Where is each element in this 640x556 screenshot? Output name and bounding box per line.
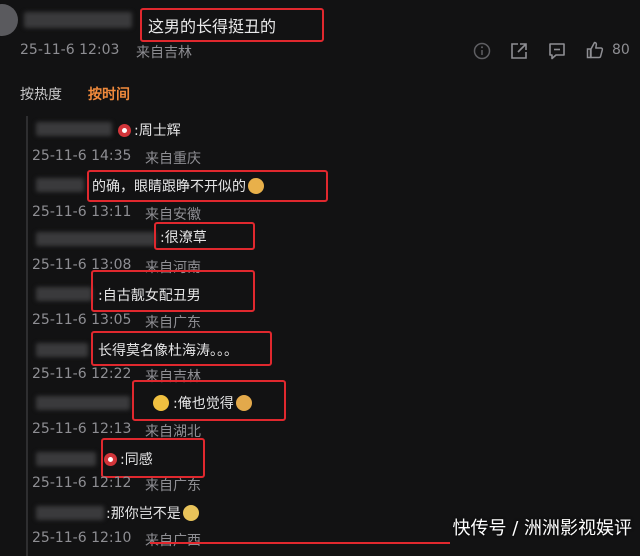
emoji-icon <box>235 395 252 411</box>
crown-icon <box>153 395 169 411</box>
reply-time: 25-11-6 12:13 <box>32 421 132 437</box>
tab-time[interactable]: 按时间 <box>88 84 130 104</box>
username-blurred[interactable] <box>36 178 84 192</box>
reply-time: 25-11-6 12:22 <box>32 366 132 382</box>
reply-location: 来自广东 <box>145 478 201 494</box>
reply-text: 的确，眼睛跟睁不开似的 <box>92 176 264 196</box>
username-blurred[interactable] <box>36 506 104 520</box>
reply-text: :很潦草 <box>160 230 207 246</box>
reply-time: 25-11-6 13:11 <box>32 204 132 220</box>
username-blurred[interactable] <box>36 343 88 357</box>
like-count: 80 <box>612 42 630 58</box>
tab-hot[interactable]: 按热度 <box>20 84 62 104</box>
username-blurred[interactable] <box>36 122 112 136</box>
badge-icon <box>118 124 131 137</box>
highlight-box <box>150 542 450 544</box>
reply-location: 来自广东 <box>145 315 201 331</box>
top-comment-text: 这男的长得挺丑的 <box>148 17 277 36</box>
sad-face-icon <box>248 178 264 194</box>
reply-text: :周士辉 <box>118 120 181 140</box>
emoji-icon <box>182 505 199 521</box>
share-icon[interactable] <box>509 41 529 61</box>
thread-divider <box>26 116 28 556</box>
info-icon[interactable] <box>472 41 492 61</box>
reply-location: 来自安徽 <box>145 207 201 223</box>
reply-text: :自古靓女配丑男 <box>98 288 201 304</box>
reply-text: 长得莫名像杜海涛。。。 <box>98 343 238 359</box>
watermark: 快传号 / 洲洲影视娱评 <box>452 518 632 539</box>
reply-text: :同感 <box>104 449 153 469</box>
top-comment-location: 来自吉林 <box>136 45 192 61</box>
reply-time: 25-11-6 12:10 <box>32 530 132 546</box>
username-blurred[interactable] <box>36 232 156 246</box>
badge-icon <box>104 453 117 466</box>
comment-icon[interactable] <box>547 41 567 61</box>
username-blurred[interactable] <box>24 12 132 28</box>
reply-time: 25-11-6 13:05 <box>32 312 132 328</box>
username-blurred[interactable] <box>36 287 92 301</box>
like-icon[interactable] <box>585 40 605 60</box>
reply-time: 25-11-6 14:35 <box>32 148 132 164</box>
reply-location: 来自重庆 <box>145 151 201 167</box>
reply-time: 25-11-6 12:12 <box>32 475 132 491</box>
username-blurred[interactable] <box>36 396 130 410</box>
avatar[interactable] <box>0 4 18 36</box>
username-blurred[interactable] <box>36 452 96 466</box>
reply-text: :俺也觉得 <box>153 393 252 413</box>
top-comment-time: 25-11-6 12:03 <box>20 42 120 58</box>
reply-location: 来自广西 <box>145 533 201 549</box>
reply-text: :那你岂不是 <box>106 503 199 523</box>
